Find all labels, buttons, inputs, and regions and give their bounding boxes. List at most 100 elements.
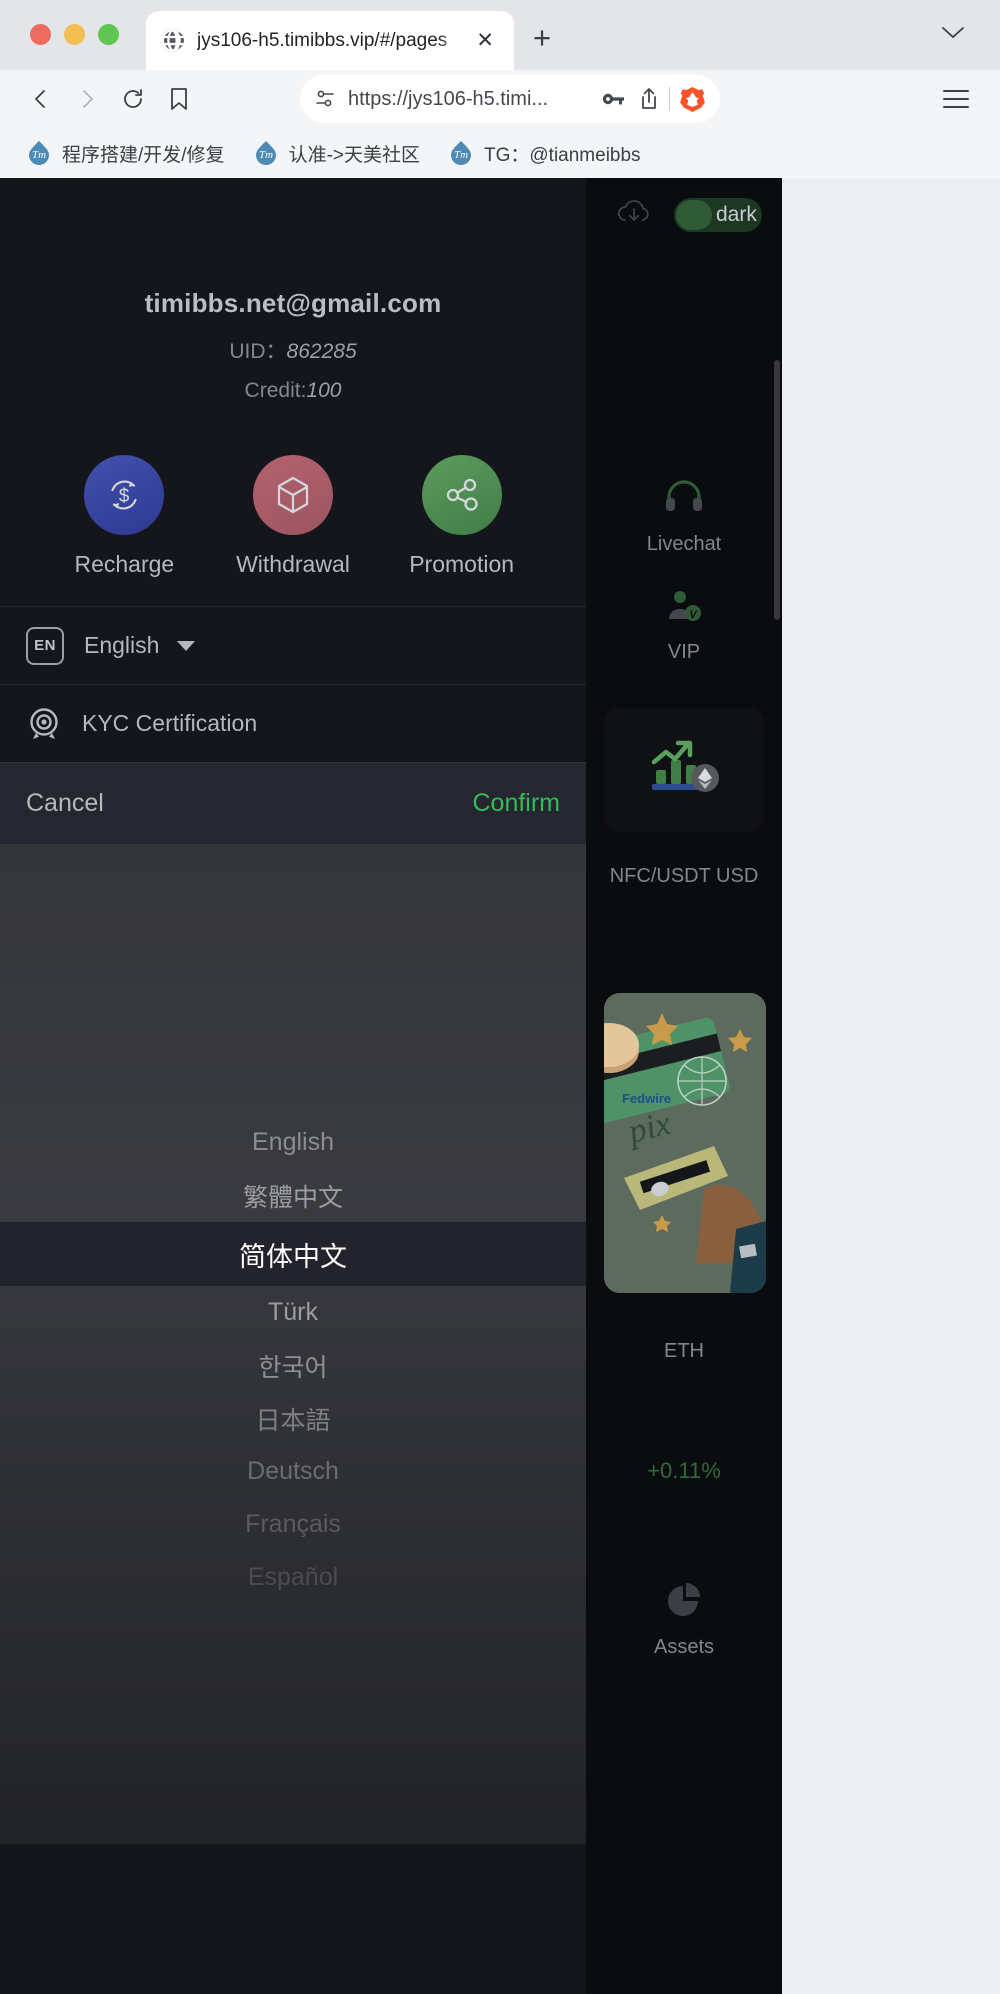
caret-down-icon[interactable] bbox=[177, 640, 196, 651]
profile-uid: UID：862285 bbox=[0, 335, 586, 365]
profile-panel: timibbs.net@gmail.com UID：862285 Credit:… bbox=[0, 178, 586, 1994]
rail-item-vip[interactable]: V VIP bbox=[586, 588, 782, 665]
app-right-rail: dark Livechat V VIP NFC/USDT USD Fedwire… bbox=[586, 178, 782, 1994]
chevron-down-icon[interactable] bbox=[940, 24, 966, 45]
ticker-symbol: ETH bbox=[664, 1340, 704, 1362]
promo-card-label: NFC/USDT USD bbox=[609, 865, 759, 887]
uid-value: 862285 bbox=[286, 340, 357, 363]
language-row[interactable]: EN English bbox=[0, 606, 586, 684]
svg-text:Tm: Tm bbox=[32, 149, 46, 161]
close-window-button[interactable] bbox=[30, 24, 51, 45]
language-picker-wheel[interactable]: English 繁體中文 简体中文 Türk 한국어 日本語 Deutsch F… bbox=[0, 844, 586, 1844]
cube-box-icon bbox=[252, 455, 333, 535]
ticker-change: +0.11% bbox=[647, 1458, 721, 1483]
kyc-row-label: KYC Certification bbox=[82, 710, 258, 736]
pie-chart-icon bbox=[586, 1583, 782, 1624]
language-option[interactable]: Français bbox=[0, 1498, 586, 1551]
bookmark-item[interactable]: Tm 程序搭建/开发/修复 bbox=[16, 136, 235, 171]
ticker-change-wrap: +0.11% bbox=[586, 1458, 782, 1484]
browser-tab[interactable]: jys106-h5.timibbs.vip/#/pages ✕ bbox=[146, 11, 514, 70]
bookmark-label: TG：@tianmeibbs bbox=[484, 144, 641, 166]
rail-item-label: Assets bbox=[653, 1636, 715, 1658]
tm-favicon: Tm bbox=[253, 140, 279, 166]
svg-text:$: $ bbox=[119, 486, 130, 507]
share-network-icon bbox=[421, 455, 502, 535]
cancel-button[interactable]: Cancel bbox=[26, 789, 104, 818]
vip-user-icon: V bbox=[586, 588, 782, 629]
language-option[interactable]: Türk bbox=[0, 1286, 586, 1339]
recharge-dollar-icon: $ bbox=[84, 455, 165, 535]
forward-arrow-icon[interactable] bbox=[64, 80, 110, 118]
brave-lion-icon[interactable] bbox=[679, 86, 706, 113]
hamburger-menu-icon[interactable] bbox=[942, 88, 970, 115]
cloud-download-icon[interactable] bbox=[614, 196, 654, 235]
tab-title: jys106-h5.timibbs.vip/#/pages bbox=[197, 29, 448, 51]
bookmark-label: 程序搭建/开发/修复 bbox=[62, 144, 225, 166]
address-bar[interactable]: https://jys106-h5.timi... bbox=[300, 75, 720, 123]
promotion-button[interactable]: Promotion bbox=[387, 455, 537, 578]
browser-window: jys106-h5.timibbs.vip/#/pages ✕ + https:… bbox=[0, 0, 1000, 1994]
theme-toggle-label: dark bbox=[716, 203, 757, 226]
credit-value: 100 bbox=[306, 379, 342, 402]
bookmark-item[interactable]: Tm TG：@tianmeibbs bbox=[438, 136, 651, 171]
language-option[interactable]: 繁體中文 bbox=[0, 1169, 586, 1222]
rail-item-assets[interactable]: Assets bbox=[586, 1583, 782, 1660]
promo-card[interactable] bbox=[604, 708, 764, 832]
language-option[interactable]: 한국어 bbox=[0, 1339, 586, 1392]
profile-header: timibbs.net@gmail.com UID：862285 Credit:… bbox=[0, 178, 586, 403]
url-text: https://jys106-h5.timi... bbox=[348, 87, 549, 110]
tm-favicon: Tm bbox=[26, 140, 52, 166]
bookmark-label: 认准->天美社区 bbox=[288, 144, 420, 166]
promo-card-label-wrap: NFC/USDT USD bbox=[586, 863, 782, 889]
language-option[interactable]: 日本語 bbox=[0, 1392, 586, 1445]
headset-icon bbox=[586, 478, 782, 521]
bookmark-icon[interactable] bbox=[156, 80, 202, 118]
kyc-target-icon bbox=[26, 706, 62, 742]
theme-toggle[interactable]: dark bbox=[674, 198, 762, 232]
language-option-selected[interactable]: 简体中文 bbox=[0, 1222, 586, 1286]
svg-text:Tm: Tm bbox=[259, 149, 273, 161]
confirm-button[interactable]: Confirm bbox=[472, 789, 560, 818]
svg-text:Tm: Tm bbox=[454, 149, 468, 161]
kyc-row[interactable]: KYC Certification bbox=[0, 684, 586, 762]
minimize-window-button[interactable] bbox=[64, 24, 85, 45]
growth-chart-eth-icon bbox=[604, 708, 764, 807]
pix-card-illustration[interactable]: Fedwire pix bbox=[604, 993, 766, 1293]
language-option[interactable]: Deutsch bbox=[0, 1445, 586, 1498]
reload-icon[interactable] bbox=[110, 80, 156, 118]
picker-action-bar: Cancel Confirm bbox=[0, 762, 586, 844]
rail-item-livechat[interactable]: Livechat bbox=[586, 478, 782, 557]
action-label: Promotion bbox=[409, 551, 515, 577]
tab-strip: jys106-h5.timibbs.vip/#/pages ✕ + bbox=[0, 0, 1000, 70]
language-option[interactable]: Español bbox=[0, 1551, 586, 1604]
withdrawal-button[interactable]: Withdrawal bbox=[218, 455, 368, 578]
profile-credit: Credit:100 bbox=[0, 379, 586, 403]
site-settings-icon[interactable] bbox=[314, 88, 336, 110]
key-icon[interactable] bbox=[600, 88, 626, 110]
back-arrow-icon[interactable] bbox=[18, 80, 64, 118]
plus-icon[interactable]: + bbox=[533, 22, 551, 53]
action-label: Withdrawal bbox=[236, 551, 350, 577]
share-icon[interactable] bbox=[638, 87, 660, 111]
maximize-window-button[interactable] bbox=[98, 24, 119, 45]
recharge-button[interactable]: $ Recharge bbox=[49, 455, 199, 578]
globe-icon bbox=[160, 28, 185, 53]
browser-toolbar: https://jys106-h5.timi... bbox=[0, 70, 1000, 128]
language-options-list: English 繁體中文 简体中文 Türk 한국어 日本語 Deutsch F… bbox=[0, 1116, 586, 1604]
action-label: Recharge bbox=[74, 551, 175, 577]
rail-item-label: VIP bbox=[667, 641, 701, 663]
toggle-knob bbox=[676, 200, 712, 230]
language-option[interactable]: English bbox=[0, 1116, 586, 1169]
quick-actions: $ Recharge Withdrawal Promotion bbox=[0, 455, 586, 578]
svg-text:Fedwire: Fedwire bbox=[622, 1091, 671, 1106]
language-row-label: English bbox=[84, 632, 160, 658]
web-page: dark Livechat V VIP NFC/USDT USD Fedwire… bbox=[0, 178, 782, 1994]
bookmarks-bar: Tm 程序搭建/开发/修复 Tm 认准->天美社区 Tm TG：@tianmei… bbox=[0, 128, 1000, 178]
close-icon[interactable]: ✕ bbox=[470, 30, 500, 51]
rail-item-label: Livechat bbox=[646, 533, 722, 555]
page-scrollbar[interactable] bbox=[774, 360, 780, 620]
bookmark-item[interactable]: Tm 认准->天美社区 bbox=[243, 136, 430, 171]
credit-label: Credit: bbox=[244, 379, 307, 402]
ticker-symbol-wrap: ETH bbox=[586, 1338, 782, 1364]
rail-top-bar: dark bbox=[586, 178, 782, 258]
